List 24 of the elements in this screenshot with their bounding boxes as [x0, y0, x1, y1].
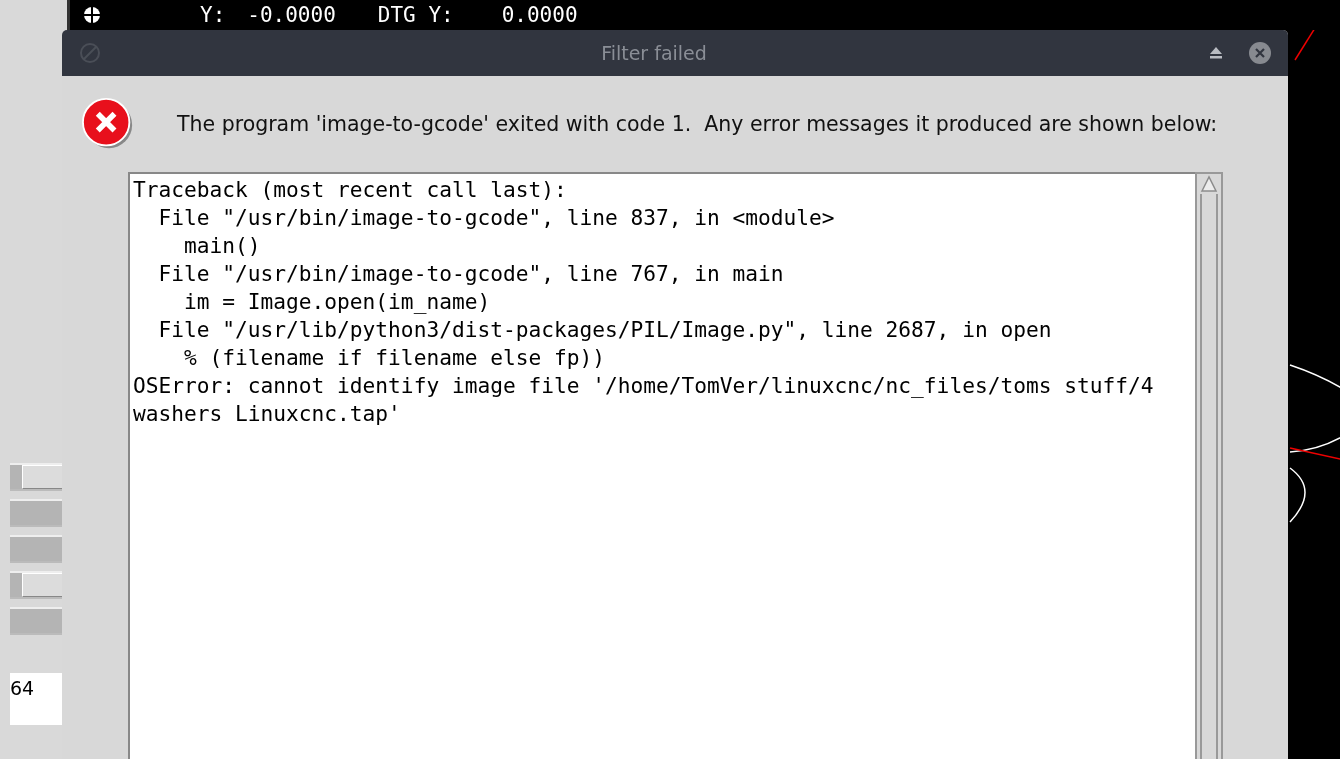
- output-line: File "/usr/lib/python3/dist-packages/PIL/Image.py", line 2687, in open: [157, 316, 1053, 344]
- axis-label: DTG Y:: [377, 3, 454, 27]
- output-line: File "/usr/bin/image-to-gcode", line 767, in main: [157, 260, 785, 288]
- error-icon: [82, 98, 134, 150]
- disabled-icon: [78, 41, 102, 65]
- axis-value: -0.0000: [247, 3, 336, 27]
- output-line: washers Linuxcnc.tap': [133, 400, 402, 428]
- scrollbar[interactable]: [1195, 172, 1223, 759]
- slider-handle[interactable]: [22, 573, 64, 597]
- scroll-up-icon[interactable]: [1199, 174, 1219, 194]
- slider-handle[interactable]: [22, 465, 64, 489]
- output-line: File "/usr/bin/image-to-gcode", line 837, in <module>: [157, 204, 836, 232]
- close-icon[interactable]: [1248, 41, 1272, 65]
- axis-label: Y:: [200, 3, 226, 27]
- output-line: main(): [183, 232, 262, 260]
- axis-value: 0.0000: [501, 3, 578, 27]
- output-line: OSError: cannot identify image file '/home/TomVer/linuxcnc/nc_files/toms stuff/4: [133, 372, 1155, 400]
- gcode-text: 64: [10, 677, 35, 699]
- window-title: Filter failed: [600, 42, 708, 64]
- output-line: im = Image.open(im_name): [183, 288, 492, 316]
- crosshair-icon: [82, 5, 102, 25]
- error-message: The program 'image-to-gcode' exited with code 1. Any error messages it produced are shown below:: [177, 112, 1218, 136]
- output-line: Traceback (most recent call last):: [133, 176, 568, 204]
- output-line: % (filename if filename else fp)): [183, 344, 606, 372]
